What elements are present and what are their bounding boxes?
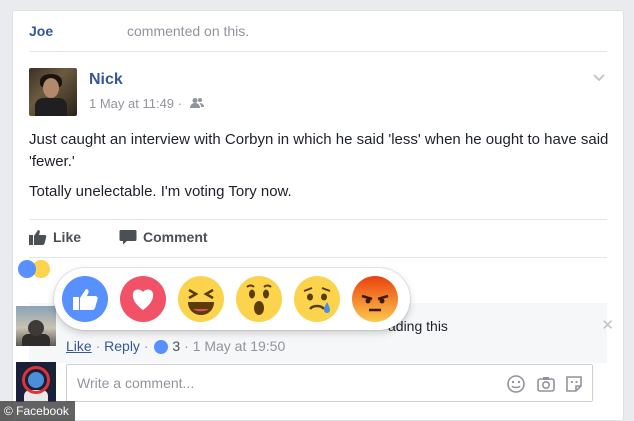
like-label: Like <box>53 229 82 245</box>
post-meta: 1 May at 11:49 · <box>89 96 204 112</box>
comment-button[interactable]: Comment <box>119 229 208 245</box>
reactions-picker <box>54 268 410 330</box>
emoji-icon[interactable] <box>506 374 526 394</box>
post-card: Joe commented on this. Nick 1 May at 11:… <box>12 10 624 421</box>
divider <box>29 219 607 220</box>
comment-actions: Like · Reply · 3 · 1 May at 19:50 <box>66 338 285 354</box>
chevron-down-icon[interactable] <box>591 69 607 85</box>
haha-reaction-icon[interactable] <box>178 276 224 322</box>
author-name[interactable]: Nick <box>89 71 123 89</box>
like-mini-icon <box>18 260 36 278</box>
comment-time[interactable]: 1 May at 19:50 <box>193 338 286 354</box>
comment-reply-link[interactable]: Reply <box>104 338 140 354</box>
post-body: Just caught an interview with Corbyn in … <box>29 129 609 211</box>
post-paragraph: Just caught an interview with Corbyn in … <box>29 131 609 170</box>
like-button[interactable]: Like <box>29 229 81 245</box>
love-reaction-icon[interactable] <box>120 276 166 322</box>
sad-reaction-icon[interactable] <box>294 276 340 322</box>
divider <box>29 51 607 52</box>
sticker-icon[interactable] <box>564 374 584 394</box>
like-reaction-icon[interactable] <box>62 276 108 322</box>
post-timestamp[interactable]: 1 May at 11:49 · <box>89 96 182 111</box>
author-avatar[interactable] <box>29 68 77 116</box>
comment-like-count[interactable]: 3 <box>172 338 180 354</box>
close-icon[interactable]: ✕ <box>601 316 614 334</box>
separator: · <box>95 338 101 354</box>
activity-text: commented on this. <box>127 23 250 39</box>
angry-reaction-icon[interactable] <box>352 276 398 322</box>
comment-bubble-icon <box>119 230 137 245</box>
wow-reaction-icon[interactable] <box>236 276 282 322</box>
comment-like-link[interactable]: Like <box>66 338 92 354</box>
like-count-icon <box>154 340 169 354</box>
divider <box>29 257 607 258</box>
separator: · <box>184 338 189 354</box>
comment-input[interactable]: Write a comment... <box>66 364 593 402</box>
thumbs-up-icon <box>29 230 47 245</box>
friends-icon[interactable] <box>189 97 204 112</box>
watermark: © Facebook <box>0 401 75 421</box>
commenter-avatar[interactable] <box>16 306 56 346</box>
post-paragraph: Totally unelectable. I'm voting Tory now… <box>29 183 292 200</box>
activity-user-link[interactable]: Joe <box>29 23 53 39</box>
comment-placeholder: Write a comment... <box>77 375 195 391</box>
comment-label: Comment <box>143 229 208 245</box>
separator: · <box>143 338 149 354</box>
viewer-avatar <box>16 362 56 402</box>
camera-icon[interactable] <box>536 374 556 394</box>
